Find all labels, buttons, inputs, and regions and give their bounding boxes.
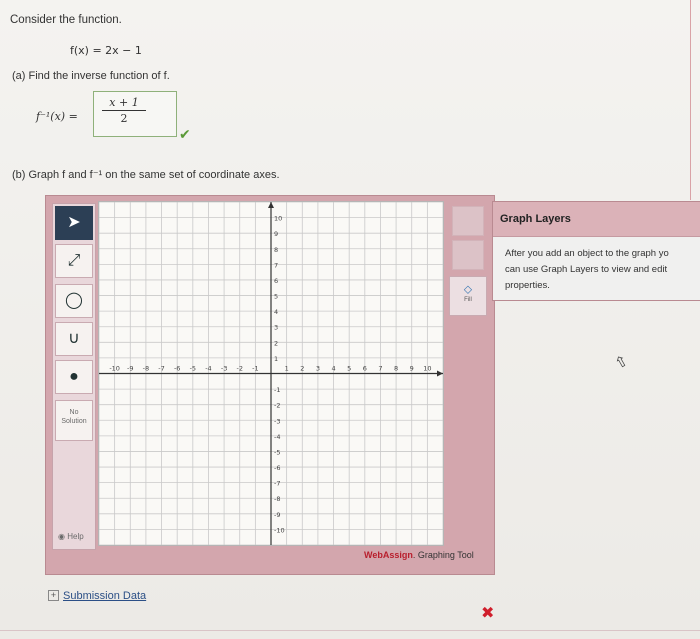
help-link[interactable]: ◉ Help	[58, 532, 84, 541]
line-icon: ⤢	[67, 252, 81, 269]
y-tick-label: -1	[274, 386, 280, 394]
graphing-tool-footer: WebAssign. Graphing Tool	[364, 550, 474, 560]
grid-svg[interactable]: -10 -9 -8 -7 -6 -5 -4 -3 -2 -1 1 2 3 4 5 6 7 8 9 10 10 9 8 7 6 5 4…	[98, 201, 444, 546]
line-tool[interactable]: ⤢	[55, 244, 93, 278]
mouse-cursor-icon: ⇧	[611, 351, 632, 373]
y-tick-label: -8	[274, 495, 280, 503]
divider	[0, 630, 700, 631]
y-tick-label: -7	[274, 480, 280, 488]
x-tick-label: 6	[363, 365, 367, 373]
x-tick-label: -5	[190, 365, 196, 373]
y-tick-label: 5	[274, 293, 278, 301]
x-tick-label: -8	[143, 365, 149, 373]
correct-check-icon: ✔	[179, 126, 191, 142]
x-tick-label: -3	[221, 365, 227, 373]
answer-denominator: 2	[120, 112, 128, 125]
no-solution-label-2: Solution	[61, 418, 87, 425]
answer-numerator: x + 1	[102, 96, 146, 111]
y-tick-label: -4	[274, 433, 280, 441]
x-tick-label: -6	[174, 365, 180, 373]
x-tick-label: 7	[378, 365, 382, 373]
y-tick-label: 4	[274, 308, 278, 316]
graph-layers-help-line: After you add an object to the graph yo	[505, 248, 669, 259]
y-tick-label: 7	[274, 261, 278, 269]
parabola-icon: ∪	[68, 330, 80, 347]
x-tick-label: 4	[331, 365, 335, 373]
y-tick-label: 1	[274, 355, 278, 363]
circle-tool[interactable]: ◯	[55, 284, 93, 318]
y-tick-label: 9	[274, 230, 278, 238]
y-tick-label: 6	[274, 277, 278, 285]
x-tick-label: -9	[127, 365, 133, 373]
no-solution-button[interactable]: No Solution	[55, 400, 93, 441]
part-a-prompt: (a) Find the inverse function of f.	[12, 70, 170, 82]
graph-layers-help-line: can use Graph Layers to view and edit	[505, 264, 668, 275]
coordinate-grid[interactable]: -10 -9 -8 -7 -6 -5 -4 -3 -2 -1 1 2 3 4 5 6 7 8 9 10 10 9 8 7 6 5 4…	[98, 201, 444, 546]
circle-icon: ◯	[65, 292, 83, 309]
page: Consider the function. f(x) = 2x − 1 (a)…	[0, 0, 700, 639]
point-tool[interactable]: ●	[55, 360, 93, 394]
fill-label: Fill	[464, 297, 472, 303]
parabola-tool[interactable]: ∪	[55, 322, 93, 356]
submission-data-label: Submission Data	[63, 590, 147, 602]
part-b-prompt: (b) Graph f and f⁻¹ on the same set of c…	[12, 169, 280, 181]
x-tick-label: -10	[109, 365, 120, 373]
x-tick-label: 10	[423, 365, 431, 373]
function-definition: f(x) = 2x − 1	[70, 44, 142, 57]
expand-icon: +	[48, 590, 59, 601]
help-icon: ◉	[58, 532, 65, 541]
x-tick-label: -1	[252, 365, 258, 373]
y-tick-label: 3	[274, 324, 278, 332]
pointer-icon: ➤	[67, 214, 81, 231]
y-tick-label: 2	[274, 339, 278, 347]
help-label: Help	[67, 532, 84, 541]
inverse-label: f⁻¹(x) =	[36, 110, 78, 123]
fill-button[interactable]: ⬦ Fill	[449, 276, 487, 316]
graph-toolbar: ➤ ⤢ ◯ ∪ ● No Solution	[52, 203, 96, 550]
pointer-tool[interactable]: ➤	[55, 206, 93, 240]
x-tick-label: 5	[347, 365, 351, 373]
y-tick-label: -5	[274, 448, 280, 456]
graph-layers-help-line: properties.	[505, 280, 550, 291]
graphing-tool-caption: . Graphing Tool	[412, 550, 474, 560]
fill-icon: ⬦	[463, 282, 473, 296]
graph-layers-help: After you add an object to the graph yo …	[493, 237, 700, 294]
y-tick-label: -6	[274, 464, 280, 472]
webassign-brand: WebAssign	[364, 550, 413, 560]
y-tick-label: -10	[274, 526, 285, 534]
y-axis-arrow	[268, 202, 274, 208]
no-solution-label: No	[69, 409, 79, 416]
delete-button	[452, 240, 484, 270]
answer-fraction: x + 1 2	[102, 96, 146, 125]
y-tick-label: -3	[274, 417, 280, 425]
graph-layers-title: Graph Layers	[493, 202, 700, 237]
graph-layers-panel: Graph Layers After you add an object to …	[492, 201, 700, 301]
question-intro: Consider the function.	[10, 14, 122, 26]
x-tick-label: -7	[158, 365, 164, 373]
submission-data-toggle[interactable]: + Submission Data	[48, 590, 146, 602]
x-tick-label: 1	[285, 365, 289, 373]
point-icon: ●	[69, 368, 79, 385]
x-tick-label: 2	[300, 365, 304, 373]
x-axis-arrow	[437, 370, 443, 377]
incorrect-x-icon: ✖	[481, 605, 495, 622]
x-tick-label: 9	[410, 365, 414, 373]
graph-option-button	[452, 206, 484, 236]
x-tick-label: -4	[205, 365, 211, 373]
answer-input[interactable]: x + 1 2	[93, 91, 177, 137]
y-tick-label: 8	[274, 246, 278, 254]
y-tick-label: -9	[274, 511, 280, 519]
y-tick-label: 10	[274, 215, 282, 223]
x-tick-label: 8	[394, 365, 398, 373]
x-tick-label: -2	[236, 365, 242, 373]
x-tick-label: 3	[316, 365, 320, 373]
y-tick-label: -2	[274, 402, 280, 410]
